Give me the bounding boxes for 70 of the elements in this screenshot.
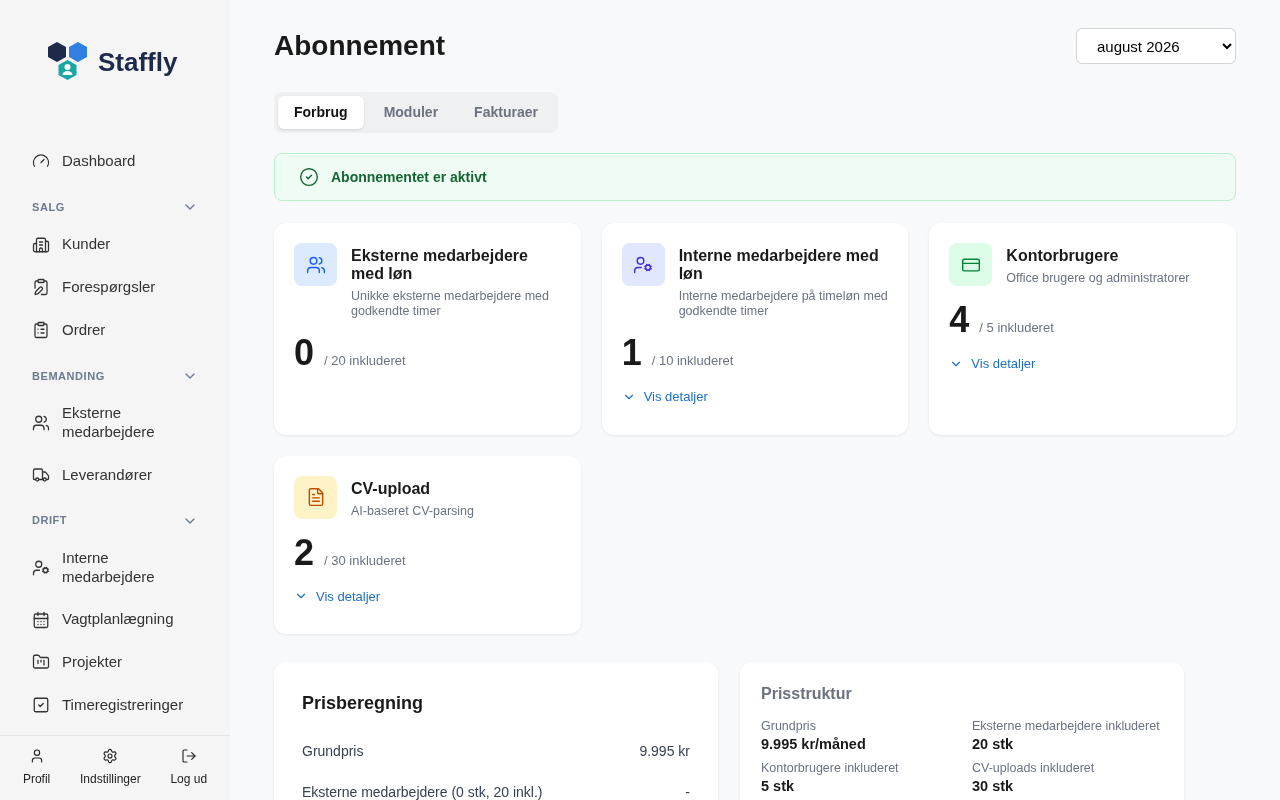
structure-label: Eksterne medarbejdere inkluderet — [972, 718, 1161, 734]
usage-limit: / 10 inkluderet — [651, 352, 734, 370]
sidebar-item[interactable]: Timeregistreringer — [0, 683, 230, 727]
price-label: Grundpris — [302, 742, 364, 761]
structure-value: 9.995 kr/måned — [761, 735, 867, 754]
card-title: CV-upload — [351, 479, 432, 498]
section-header[interactable]: BEMANDING — [0, 351, 230, 392]
clipboard-icon — [32, 278, 50, 297]
price-label: Eksterne medarbejdere (0 stk, 20 inkl.) — [302, 783, 543, 800]
footer-button[interactable]: Indstillinger — [79, 748, 141, 788]
period-select[interactable]: august 2026 — [1076, 28, 1236, 64]
card-subtitle: Unikke eksterne medarbejdere med godkendte timer — [351, 289, 551, 319]
logo-text: Staffly — [98, 45, 178, 79]
usage-limit: / 20 inkluderet — [324, 352, 406, 370]
check-circle-icon — [299, 167, 319, 187]
section-title: Prisberegning — [302, 692, 425, 715]
building-icon — [32, 235, 50, 254]
clipboard-icon — [32, 321, 50, 340]
checkbox-icon — [32, 696, 50, 715]
structure-label: Kontorbrugere inkluderet — [761, 760, 900, 776]
sidebar-item[interactable]: Eksterne medarbejdere — [0, 392, 230, 454]
card-title: Interne medarbejdere med løn — [678, 247, 880, 283]
user-gear-icon — [32, 558, 50, 577]
structure-label: CV-uploads inkluderet — [972, 760, 1096, 776]
price-value: 9.995 kr — [639, 742, 690, 761]
usage-limit: / 30 inkluderet — [324, 551, 406, 570]
structure-value: 5 stk — [761, 777, 796, 796]
page-title: Abonnement — [274, 29, 446, 63]
details-toggle[interactable]: Vis detaljer — [949, 354, 1036, 374]
logout-icon — [180, 748, 197, 764]
sidebar-item[interactable]: Interne medarbejdere — [0, 536, 230, 599]
users-icon — [32, 413, 50, 432]
folder-icon — [32, 653, 50, 672]
structure-value: 30 stk — [972, 777, 1015, 796]
card-subtitle: AI-baseret CV-parsing — [351, 503, 474, 519]
details-toggle[interactable]: Vis detaljer — [621, 387, 708, 407]
sidebar-item[interactable]: Vagtplanlægning — [0, 598, 230, 641]
footer-button[interactable]: Profil — [22, 748, 51, 788]
section-header[interactable]: SALG — [0, 182, 230, 224]
card-title: Eksterne medarbejdere med løn — [351, 247, 529, 283]
card-subtitle: Office brugere og administratorer — [1006, 271, 1190, 286]
usage-limit: / 5 inkluderet — [979, 319, 1054, 337]
sidebar-item[interactable]: Kunder — [0, 223, 230, 266]
sidebar-item[interactable]: Ordrer — [0, 308, 230, 352]
usage-count: 1 — [621, 335, 642, 371]
sidebar-item[interactable]: Forespørgsler — [0, 266, 230, 309]
usage-count: 2 — [294, 534, 315, 571]
sidebar-item[interactable]: Leverandører — [0, 453, 230, 497]
structure-value: 20 stk — [972, 735, 1015, 754]
tab[interactable]: Moduler — [367, 96, 455, 129]
tab[interactable]: Forbrug — [278, 96, 364, 129]
details-toggle[interactable]: Vis detaljer — [294, 586, 381, 606]
card-subtitle: Interne medarbejdere på timeløn med godkendte timer — [678, 289, 889, 319]
footer-button[interactable]: Log ud — [170, 748, 208, 788]
sidebar-item[interactable]: Projekter — [0, 641, 230, 684]
usage-count: 4 — [949, 302, 970, 338]
tab[interactable]: Fakturaer — [458, 96, 554, 129]
usage-count: 0 — [294, 335, 315, 371]
structure-label: Grundpris — [761, 718, 817, 734]
status-text: Abonnementet er aktivt — [331, 167, 487, 187]
section-header[interactable]: DRIFT — [0, 496, 230, 537]
settings-icon — [102, 748, 119, 764]
calendar-icon — [32, 610, 50, 629]
section-title: Prisstruktur — [761, 684, 853, 704]
users-icon — [305, 254, 326, 275]
user-gear-icon — [633, 254, 654, 275]
truck-icon — [32, 465, 50, 484]
card-title: Kontorbrugere — [1006, 247, 1120, 265]
sidebar-item[interactable]: Dashboard — [0, 140, 230, 183]
price-value: - — [685, 783, 690, 800]
